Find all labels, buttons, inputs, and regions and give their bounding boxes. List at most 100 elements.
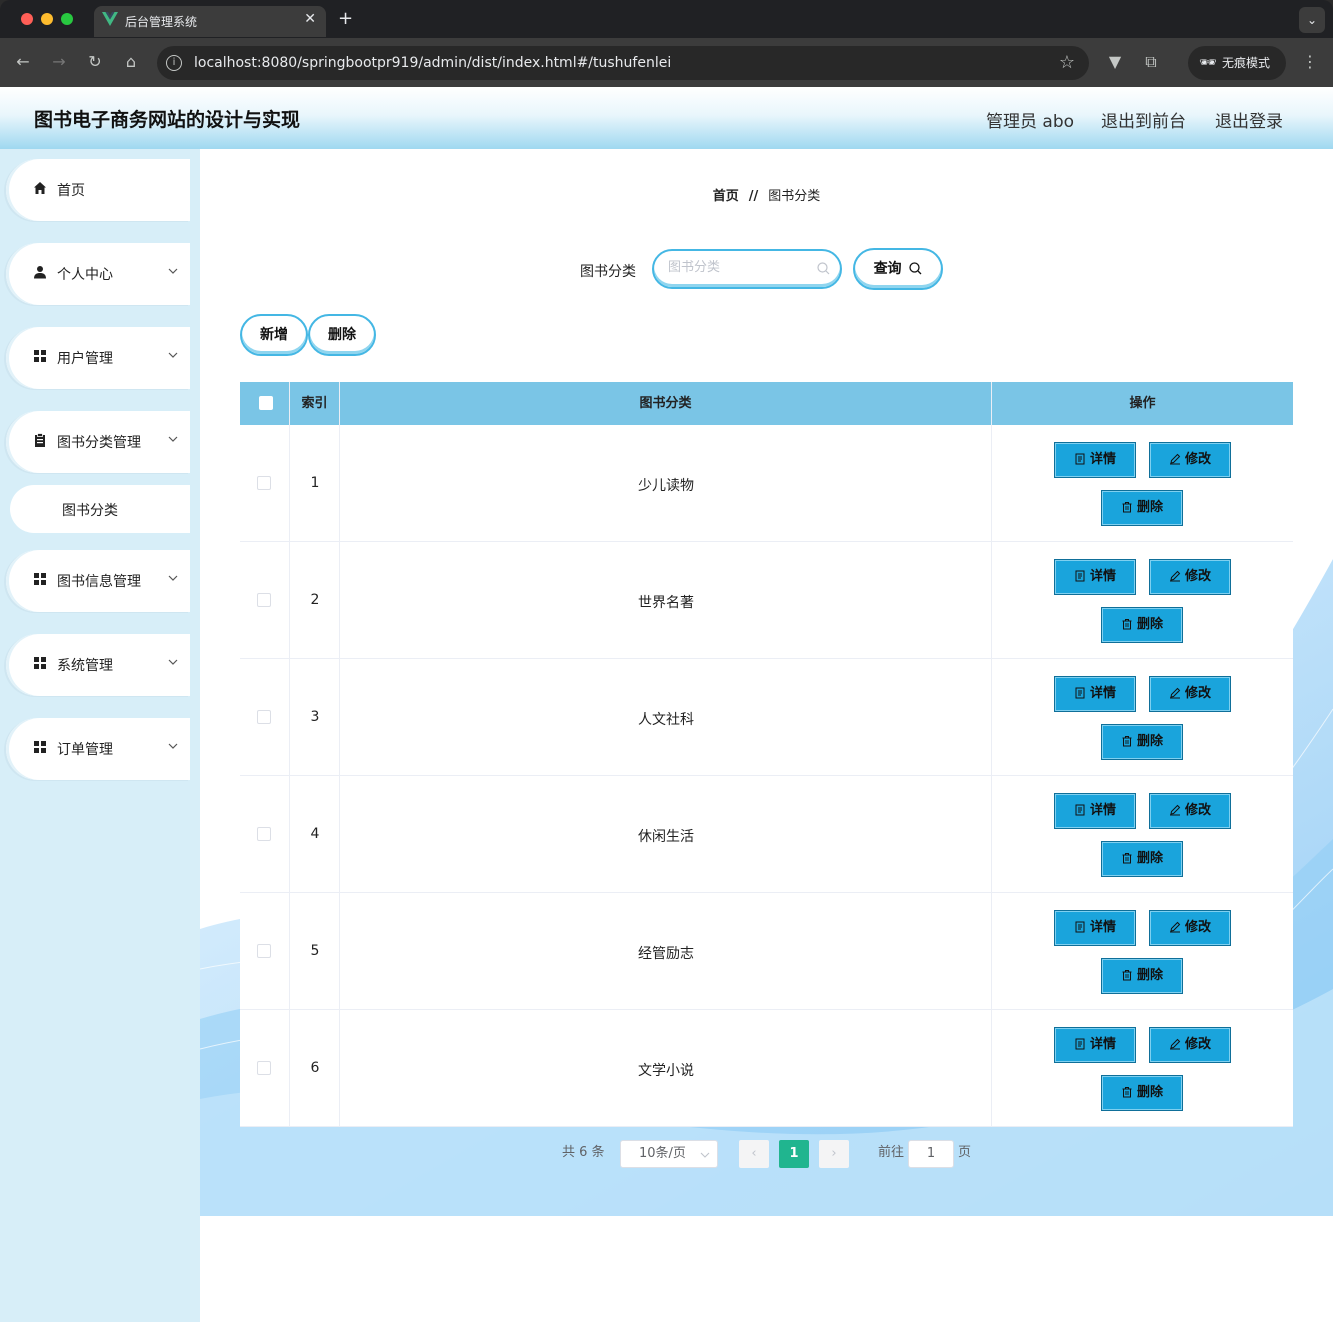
back-icon[interactable]: ← [14, 52, 32, 71]
query-button-label: 查询 [873, 261, 902, 277]
detail-button[interactable]: 详情 [1054, 1027, 1136, 1063]
goto-page-input[interactable]: 1 [908, 1140, 954, 1168]
maximize-window-button[interactable] [61, 13, 73, 25]
forward-icon[interactable]: → [50, 52, 68, 71]
row-checkbox[interactable] [257, 944, 271, 958]
sidebar-subitem-book-category[interactable]: 图书分类 [10, 485, 190, 533]
actions-cell: 详情 修改删除 [992, 659, 1293, 775]
sidebar-item-home[interactable]: 首页 [6, 159, 190, 221]
browser-menu-icon[interactable]: ⋮ [1301, 52, 1319, 71]
vuedevtools-icon[interactable]: ▼ [1106, 52, 1124, 71]
logout-link[interactable]: 退出登录 [1215, 107, 1283, 132]
edit-button[interactable]: 修改 [1149, 442, 1231, 478]
search-icon [817, 262, 830, 275]
select-all-checkbox[interactable] [259, 396, 273, 410]
sidebar-item-profile[interactable]: 个人中心 [6, 243, 190, 305]
sidebar-item-orders[interactable]: 订单管理 [6, 718, 190, 780]
row-checkbox[interactable] [257, 1061, 271, 1075]
detail-button[interactable]: 详情 [1054, 676, 1136, 712]
delete-button[interactable]: 删除 [1101, 841, 1183, 877]
chevron-down-icon [168, 659, 178, 665]
prev-page-button[interactable]: ‹ [739, 1140, 769, 1168]
goto-label: 前往 [878, 1145, 905, 1160]
url-text[interactable]: localhost:8080/springbootpr919/admin/dis… [194, 55, 671, 71]
grid-icon [34, 741, 46, 753]
grid-icon [34, 350, 46, 362]
app-root: 图书电子商务网站的设计与实现 管理员 abo 退出到前台 退出登录 首页 个人中… [0, 87, 1333, 1322]
sidebar-item-system[interactable]: 系统管理 [6, 634, 190, 696]
detail-button[interactable]: 详情 [1054, 559, 1136, 595]
page-suffix: 页 [958, 1145, 972, 1160]
exit-to-front-link[interactable]: 退出到前台 [1101, 107, 1186, 132]
edit-icon [1169, 570, 1181, 582]
edit-button[interactable]: 修改 [1149, 793, 1231, 829]
document-icon [1075, 687, 1085, 699]
reload-icon[interactable]: ↻ [86, 52, 104, 71]
trash-icon [1122, 970, 1132, 981]
breadcrumb-home[interactable]: 首页 [713, 189, 739, 204]
page-number-current[interactable]: 1 [779, 1140, 809, 1168]
detail-button[interactable]: 详情 [1054, 793, 1136, 829]
query-button[interactable]: 查询 [853, 248, 943, 290]
category-cell: 经管励志 [340, 893, 992, 1009]
search-field[interactable] [652, 249, 842, 289]
delete-button[interactable]: 删除 [1101, 724, 1183, 760]
edit-button[interactable]: 修改 [1149, 910, 1231, 946]
edit-button[interactable]: 修改 [1149, 1027, 1231, 1063]
delete-button[interactable]: 删除 [1101, 958, 1183, 994]
main-content: 首页//图书分类 图书分类 查询 新增 删除 索引 图书分类 操作 1少儿读物详… [200, 149, 1333, 1216]
site-info-icon[interactable]: i [166, 55, 182, 71]
tab-search-icon[interactable]: ⌄ [1299, 7, 1325, 33]
table-header: 索引 图书分类 操作 [240, 382, 1293, 425]
row-category: 休闲生活 [638, 829, 694, 845]
home-browser-icon[interactable]: ⌂ [122, 52, 140, 71]
row-checkbox[interactable] [257, 593, 271, 607]
row-index: 4 [310, 826, 320, 842]
incognito-label: 无痕模式 [1222, 56, 1271, 70]
extensions-icon[interactable]: ⧉ [1142, 52, 1160, 72]
sidebar-item-book-info[interactable]: 图书信息管理 [6, 550, 190, 612]
edit-button[interactable]: 修改 [1149, 676, 1231, 712]
page-size-value: 10条/页 [639, 1146, 686, 1161]
chevron-down-icon [168, 436, 178, 442]
address-bar[interactable]: i localhost:8080/springbootpr919/admin/d… [157, 46, 1089, 80]
detail-button-label: 详情 [1089, 1037, 1116, 1052]
sidebar-item-users[interactable]: 用户管理 [6, 327, 190, 389]
sidebar-item-category-mgmt[interactable]: 图书分类管理 [6, 411, 190, 473]
bookmark-star-icon[interactable]: ☆ [1059, 52, 1075, 73]
delete-button-label: 删除 [1136, 734, 1163, 749]
batch-delete-button[interactable]: 删除 [308, 314, 376, 356]
index-cell: 2 [290, 542, 340, 658]
tab-close-icon[interactable]: ✕ [304, 11, 316, 27]
page-size-select[interactable]: 10条/页 [620, 1140, 718, 1168]
row-checkbox[interactable] [257, 476, 271, 490]
new-tab-icon[interactable]: + [338, 8, 353, 29]
detail-button[interactable]: 详情 [1054, 442, 1136, 478]
vue-logo-icon [102, 12, 118, 26]
category-cell: 世界名著 [340, 542, 992, 658]
trash-icon [1122, 619, 1132, 630]
detail-button-label: 详情 [1089, 686, 1116, 701]
delete-button[interactable]: 删除 [1101, 607, 1183, 643]
minimize-window-button[interactable] [41, 13, 53, 25]
detail-button-label: 详情 [1089, 569, 1116, 584]
search-input[interactable] [668, 260, 813, 275]
table-row: 1 少儿读物 详情 修改 删除 [240, 425, 1293, 542]
detail-button[interactable]: 详情 [1054, 910, 1136, 946]
next-page-button[interactable]: › [819, 1140, 849, 1168]
sidebar-item-label: 图书信息管理 [57, 574, 141, 590]
grid-icon [34, 573, 46, 585]
close-window-button[interactable] [21, 13, 33, 25]
chevron-down-icon [168, 352, 178, 358]
browser-tab[interactable]: 后台管理系统 ✕ [94, 6, 326, 37]
delete-button[interactable]: 删除 [1101, 1075, 1183, 1111]
edit-button[interactable]: 修改 [1149, 559, 1231, 595]
grid-icon [34, 657, 46, 669]
column-header-index: 索引 [290, 382, 340, 425]
delete-button[interactable]: 删除 [1101, 490, 1183, 526]
row-checkbox[interactable] [257, 827, 271, 841]
incognito-indicator[interactable]: 🕶 无痕模式 [1188, 46, 1286, 80]
delete-button-label: 删除 [1136, 851, 1163, 866]
add-button[interactable]: 新增 [240, 314, 308, 356]
row-checkbox[interactable] [257, 710, 271, 724]
